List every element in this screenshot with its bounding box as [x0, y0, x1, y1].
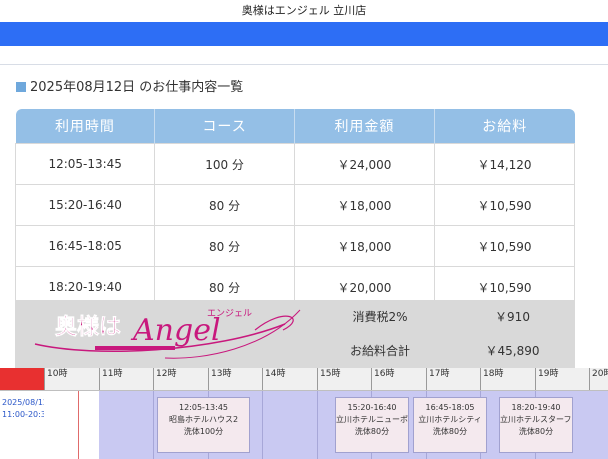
column-header-course: コース	[154, 109, 295, 144]
column-header-pay: お給料	[434, 109, 575, 144]
hour-label: 12時	[153, 368, 176, 390]
hour-label: 18時	[480, 368, 503, 390]
booking-block[interactable]: 15:20-16:40 立川ホテルニューポート 洗体80分	[335, 397, 409, 453]
booking-place: 立川ホテルシティ	[418, 415, 482, 424]
header-bar	[0, 22, 608, 46]
schedule-date-cell: 2025/08/12 11:00-20:30	[0, 391, 44, 459]
cell-amount: ￥18,000	[293, 225, 436, 267]
cell-time: 12:05-13:45	[14, 143, 156, 185]
logo-text-okusama: 奥様は	[55, 314, 121, 340]
timeline-hours: 10時 11時 12時 13時 14時 15時 16時 17時 18時 19時 …	[0, 368, 608, 391]
table-header-row: 利用時間 コース 利用金額 お給料	[15, 109, 575, 144]
hour-label: 17時	[426, 368, 449, 390]
booking-course: 洗体80分	[354, 427, 390, 436]
cell-pay: ￥10,590	[434, 225, 575, 267]
booking-time: 15:20-16:40	[347, 403, 397, 412]
hour-label: 16時	[371, 368, 394, 390]
cell-time: 15:20-16:40	[14, 184, 156, 226]
schedule-date: 2025/08/12	[2, 398, 44, 407]
square-bullet-icon	[16, 82, 26, 92]
cell-course: 80 分	[154, 225, 295, 267]
logo-text-kana: エンジェル	[207, 309, 252, 319]
booking-course: 洗体80分	[432, 427, 468, 436]
booking-place: 立川ホテルスターフレ	[500, 415, 573, 424]
section-heading: 2025年08月12日 のお仕事内容一覧	[16, 80, 243, 96]
divider	[0, 64, 608, 65]
tax-row: 消費税2% ￥910	[310, 300, 575, 334]
booking-place: 昭島ホテルハウス2	[168, 415, 239, 424]
booking-course: 洗体80分	[518, 427, 554, 436]
logo-graphic: 奥様は Angel エンジェル	[34, 309, 301, 359]
total-row: お給料合計 ￥45,890	[310, 334, 575, 368]
cell-pay: ￥10,590	[434, 184, 575, 226]
work-table: 利用時間 コース 利用金額 お給料 12:05-13:45 100 分 ￥24,…	[14, 109, 575, 308]
booking-block[interactable]: 12:05-13:45 昭島ホテルハウス2 洗体100分	[157, 397, 250, 453]
booking-time: 12:05-13:45	[179, 403, 228, 412]
hour-label: 19時	[535, 368, 558, 390]
booking-time: 16:45-18:05	[425, 403, 475, 412]
tax-value: ￥910	[495, 310, 530, 324]
hour-gridline	[262, 391, 263, 459]
cell-amount: ￥24,000	[293, 143, 436, 185]
hour-label: 10時	[44, 368, 67, 390]
schedule-timeline: 10時 11時 12時 13時 14時 15時 16時 17時 18時 19時 …	[0, 368, 608, 459]
booking-block[interactable]: 18:20-19:40 立川ホテルスターフレ 洗体80分	[499, 397, 573, 453]
current-time-line	[78, 391, 79, 459]
hour-gridline	[153, 391, 154, 459]
cell-time: 16:45-18:05	[14, 225, 156, 267]
summary-block: 奥様は Angel エンジェル 消費税2% ￥910 お給料合計 ￥45,890	[15, 300, 575, 368]
hour-gridline	[317, 391, 318, 459]
booking-time: 18:20-19:40	[511, 403, 561, 412]
section-title-text: 2025年08月12日 のお仕事内容一覧	[30, 80, 244, 95]
table-row: 16:45-18:05 80 分 ￥18,000 ￥10,590	[14, 225, 575, 267]
cell-amount: ￥18,000	[293, 184, 436, 226]
hour-label: 13時	[208, 368, 231, 390]
table-row: 12:05-13:45 100 分 ￥24,000 ￥14,120	[14, 143, 575, 185]
booking-place: 立川ホテルニューポート	[336, 415, 408, 424]
brand-logo: 奥様は Angel エンジェル	[15, 300, 310, 368]
hour-label: 14時	[262, 368, 285, 390]
cell-course: 80 分	[154, 184, 295, 226]
total-label: お給料合計	[349, 344, 410, 358]
shop-title: 奥様はエンジェル 立川店	[241, 4, 367, 17]
cell-course: 100 分	[154, 143, 295, 185]
column-header-time: 利用時間	[15, 109, 155, 144]
cell-pay: ￥14,120	[434, 143, 575, 185]
booking-block[interactable]: 16:45-18:05 立川ホテルシティ 洗体80分	[413, 397, 487, 453]
hour-label: 11時	[99, 368, 122, 390]
tax-label: 消費税2%	[352, 310, 408, 324]
table-row: 15:20-16:40 80 分 ￥18,000 ￥10,590	[14, 184, 575, 226]
shift-hours: 11:00-20:30	[2, 410, 44, 419]
today-marker	[0, 368, 44, 390]
hour-label: 20時	[589, 368, 608, 390]
total-value: ￥45,890	[485, 344, 540, 358]
hour-label: 15時	[317, 368, 340, 390]
timeline-lane-offshift	[44, 391, 99, 459]
booking-course: 洗体100分	[183, 427, 224, 436]
column-header-amount: 利用金額	[293, 109, 435, 144]
